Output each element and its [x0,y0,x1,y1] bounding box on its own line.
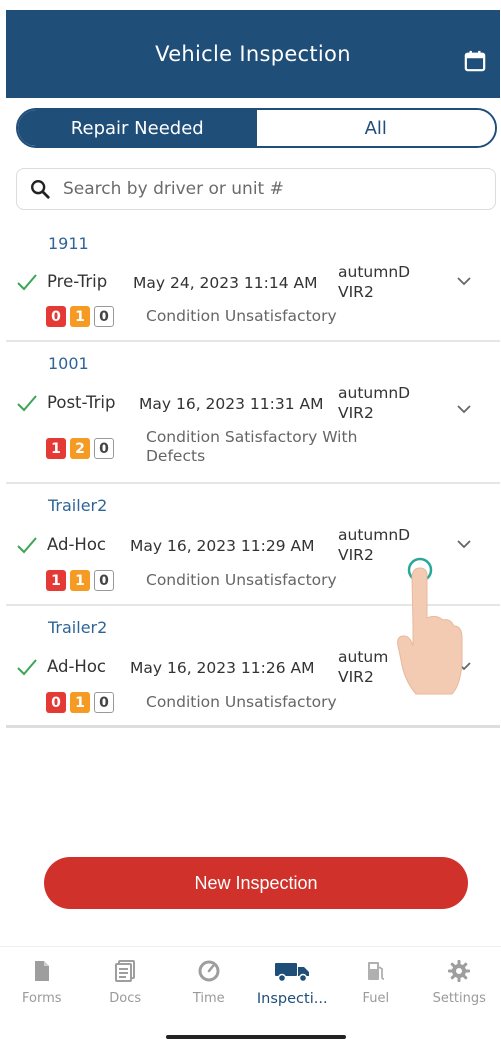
inspection-date: May 16, 2023 11:31 AM [139,395,324,413]
critical-count-badge: 1 [46,570,66,591]
driver-name: autumnD VIR2 [338,263,411,301]
tab-label: Fuel [362,991,390,1006]
tab-inspections[interactable]: Inspecti... [251,947,335,1026]
chevron-down-icon[interactable] [456,661,472,671]
condition-text: Condition Unsatisfactory [146,693,337,711]
docs-icon [115,960,136,982]
list-item[interactable]: Trailer2 Ad-Hoc May 16, 2023 11:26 AM au… [6,606,500,728]
driver-name: autum VIR2 [338,648,389,686]
inspection-date: May 16, 2023 11:26 AM [130,659,315,677]
page-title: Vehicle Inspection [155,42,351,66]
defect-badges: 1 2 0 [46,438,114,459]
list-item[interactable]: 1911 Pre-Trip May 24, 2023 11:14 AM autu… [6,222,500,342]
tab-label: Docs [109,991,142,1006]
check-icon [17,395,37,412]
tab-label: Forms [21,991,62,1006]
tab-docs[interactable]: Docs [84,947,168,1026]
condition-text: Condition Satisfactory With Defects [146,428,358,465]
tab-time[interactable]: Time [167,947,251,1026]
minor-count-badge: 0 [94,306,114,327]
search-icon [31,180,50,199]
unit-number: Trailer2 [48,496,108,515]
check-icon [17,659,37,676]
inspection-type: Pre-Trip [47,272,108,291]
driver-name: autumnD VIR2 [338,526,411,564]
tab-label: Inspecti... [256,991,328,1007]
unit-number: Trailer2 [48,618,108,637]
unit-number: 1001 [48,354,89,373]
search-bar [16,168,496,210]
major-count-badge: 1 [70,306,90,327]
check-icon [17,537,37,554]
tab-all[interactable]: All [256,110,495,146]
chevron-down-icon[interactable] [456,539,472,549]
inspection-type: Post-Trip [47,393,116,412]
tab-label: Time [192,991,225,1006]
chevron-down-icon[interactable] [456,404,472,414]
document-icon [34,961,49,981]
inspection-list: 1911 Pre-Trip May 24, 2023 11:14 AM autu… [6,222,500,728]
chevron-down-icon[interactable] [456,276,472,286]
major-count-badge: 1 [70,570,90,591]
list-item[interactable]: Trailer2 Ad-Hoc May 16, 2023 11:29 AM au… [6,484,500,606]
critical-count-badge: 0 [46,306,66,327]
tab-repair-needed[interactable]: Repair Needed [18,110,257,146]
minor-count-badge: 0 [94,438,114,459]
tab-forms[interactable]: Forms [0,947,84,1026]
tab-settings[interactable]: Settings [418,947,501,1026]
fuel-pump-icon [367,962,384,980]
gear-icon [448,960,471,982]
minor-count-badge: 0 [94,570,114,591]
truck-icon [275,963,310,983]
tab-fuel[interactable]: Fuel [334,947,418,1026]
filter-segmented-control: Repair Needed All [16,108,497,148]
search-input[interactable] [63,174,463,204]
bottom-tab-bar: Forms Docs Time Inspecti... Fuel Setting… [0,946,501,1026]
major-count-badge: 2 [70,438,90,459]
critical-count-badge: 1 [46,438,66,459]
condition-text: Condition Unsatisfactory [146,307,337,325]
defect-badges: 0 1 0 [46,306,114,327]
unit-number: 1911 [48,234,89,253]
check-icon [17,274,37,291]
critical-count-badge: 0 [46,692,66,713]
app-header: Vehicle Inspection [6,10,500,98]
clock-icon [198,960,220,982]
driver-name: autumnD VIR2 [338,384,411,422]
defect-badges: 1 1 0 [46,570,114,591]
condition-text: Condition Unsatisfactory [146,571,337,589]
defect-badges: 0 1 0 [46,692,114,713]
calendar-icon[interactable] [464,50,486,72]
home-indicator[interactable] [166,1035,346,1039]
new-inspection-button[interactable]: New Inspection [44,857,468,909]
list-item[interactable]: 1001 Post-Trip May 16, 2023 11:31 AM aut… [6,342,500,484]
minor-count-badge: 0 [94,692,114,713]
inspection-date: May 24, 2023 11:14 AM [133,274,318,292]
major-count-badge: 1 [70,692,90,713]
tab-label: Settings [432,991,486,1006]
inspection-type: Ad-Hoc [47,657,106,676]
inspection-date: May 16, 2023 11:29 AM [130,537,315,555]
inspection-type: Ad-Hoc [47,535,106,554]
